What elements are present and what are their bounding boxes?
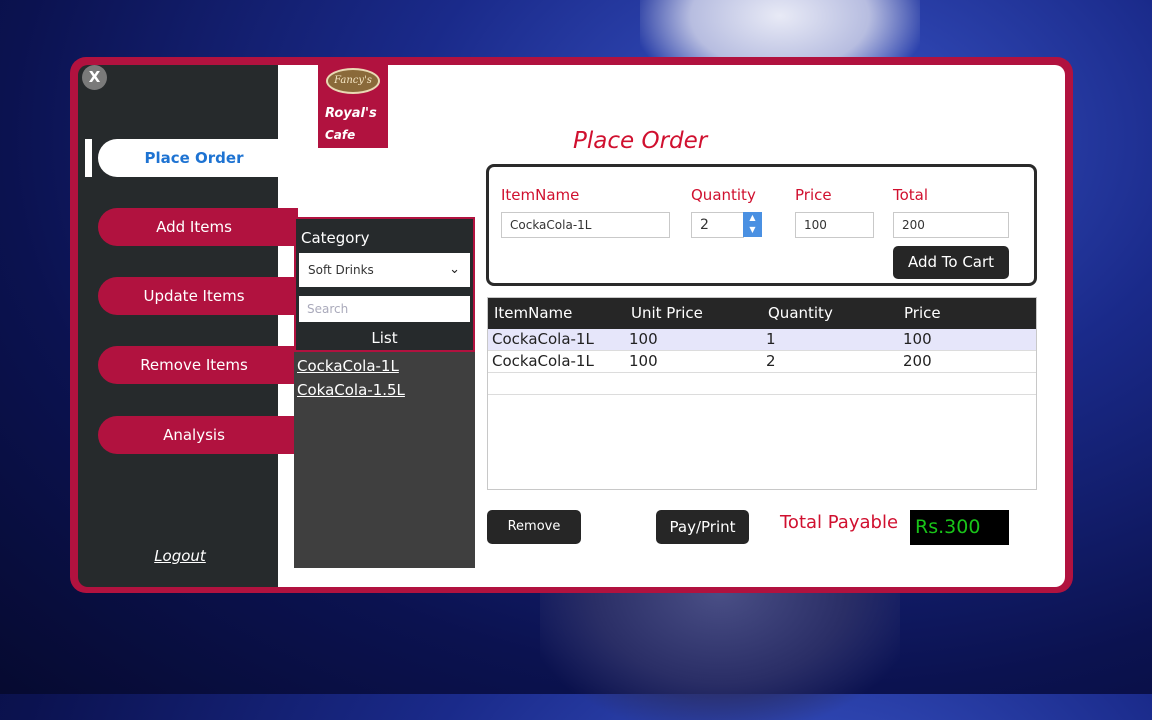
sidebar-item-analysis[interactable]: Analysis <box>98 416 298 454</box>
quantity-spinner[interactable]: ▲ ▼ <box>743 212 762 237</box>
total-payable-value: Rs.300 <box>910 510 1009 545</box>
spinner-up-icon[interactable]: ▲ <box>743 212 762 224</box>
logout-link[interactable]: Logout <box>130 547 230 565</box>
category-selected-value: Soft Drinks <box>308 263 374 277</box>
add-to-cart-button[interactable]: Add To Cart <box>893 246 1009 279</box>
price-label: Price <box>795 186 832 204</box>
chevron-down-icon[interactable]: ⌄ <box>449 253 460 287</box>
cell-itemname: CockaCola-1L <box>492 330 594 348</box>
spinner-down-icon[interactable]: ▼ <box>743 224 762 236</box>
quantity-label: Quantity <box>691 186 756 204</box>
category-label: Category <box>301 229 370 247</box>
search-input[interactable]: Search <box>299 296 470 322</box>
cell-itemname: CockaCola-1L <box>492 352 594 370</box>
column-header-quantity: Quantity <box>768 304 833 322</box>
total-field[interactable]: 200 <box>893 212 1009 238</box>
table-row[interactable]: CockaCola-1L 100 2 200 <box>488 351 1036 373</box>
item-name-label: ItemName <box>501 186 580 204</box>
cell-quantity: 1 <box>766 330 776 348</box>
price-field[interactable]: 100 <box>795 212 874 238</box>
list-item[interactable]: CockaCola-1L <box>297 357 399 375</box>
page-title: Place Order <box>573 128 708 154</box>
quantity-stepper[interactable]: 2 <box>691 212 744 238</box>
logo-subtitle: Cafe <box>325 128 356 142</box>
active-nav-indicator <box>85 139 92 177</box>
cart-table-header: ItemName Unit Price Quantity Price <box>488 298 1036 329</box>
list-item[interactable]: CokaCola-1.5L <box>297 381 405 399</box>
remove-button[interactable]: Remove <box>487 510 581 544</box>
cafe-logo: Fancy's Royal's Cafe <box>318 65 388 148</box>
category-select[interactable]: Soft Drinks ⌄ <box>299 253 470 287</box>
column-header-unit-price: Unit Price <box>631 304 703 322</box>
cell-quantity: 2 <box>766 352 776 370</box>
total-label: Total <box>893 186 929 204</box>
pay-print-button[interactable]: Pay/Print <box>656 510 749 544</box>
sidebar-item-place-order[interactable]: Place Order <box>98 139 298 177</box>
sidebar-item-add-items[interactable]: Add Items <box>98 208 298 246</box>
column-header-price: Price <box>904 304 941 322</box>
cell-unit-price: 100 <box>629 352 658 370</box>
close-button[interactable]: X <box>82 65 107 90</box>
logo-title: Royal's <box>325 106 377 121</box>
sidebar-item-remove-items[interactable]: Remove Items <box>98 346 298 384</box>
cell-unit-price: 100 <box>629 330 658 348</box>
list-label: List <box>371 329 398 347</box>
cart-table: ItemName Unit Price Quantity Price Cocka… <box>487 297 1037 490</box>
cell-price: 200 <box>903 352 932 370</box>
item-name-field[interactable]: CockaCola-1L <box>501 212 670 238</box>
total-payable-label: Total Payable <box>780 512 899 533</box>
table-row-empty <box>488 373 1036 395</box>
column-header-itemname: ItemName <box>494 304 573 322</box>
table-row[interactable]: CockaCola-1L 100 1 100 <box>488 329 1036 351</box>
sidebar-item-update-items[interactable]: Update Items <box>98 277 298 315</box>
logo-badge: Fancy's <box>326 68 380 94</box>
cell-price: 100 <box>903 330 932 348</box>
